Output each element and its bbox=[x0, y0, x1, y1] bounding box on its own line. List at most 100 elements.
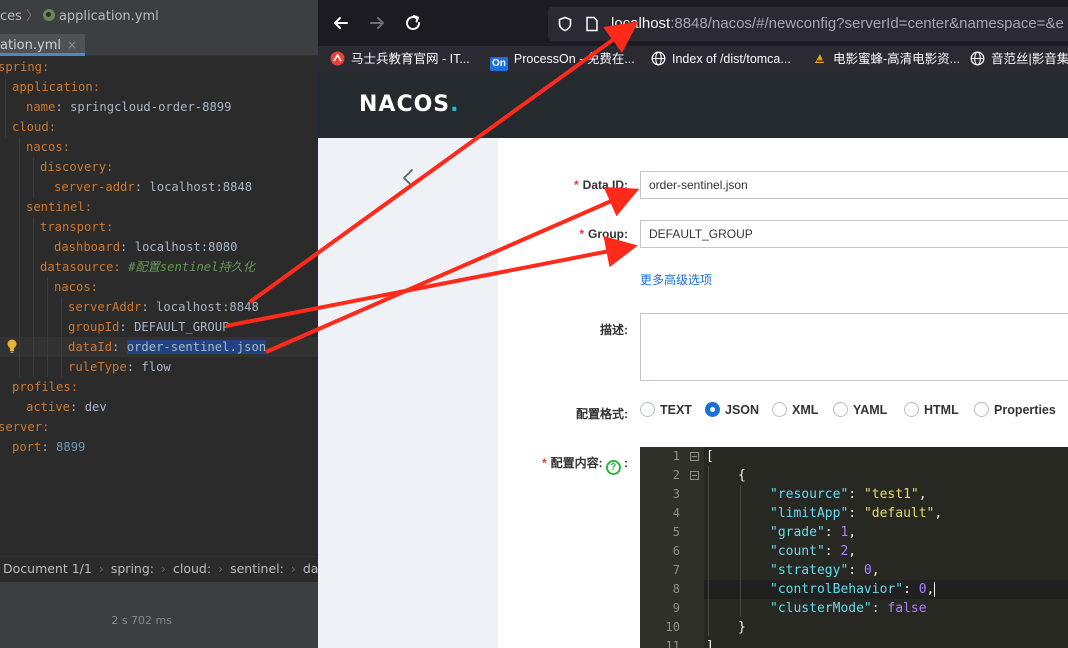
editor-line: ] bbox=[706, 639, 714, 648]
bookmark-item[interactable]: 电影蜜蜂-高清电影资... bbox=[812, 46, 960, 73]
lightbulb-icon[interactable] bbox=[6, 338, 18, 354]
new-config-form: * Data ID: order-sentinel.json * Group: DE… bbox=[498, 138, 1068, 648]
line-number: 3 bbox=[672, 487, 680, 501]
group-label: * Group: bbox=[579, 227, 628, 241]
bookmarks-bar: 马士兵教育官网 - IT... On ProcessOn - 免费在... Ind… bbox=[318, 46, 1068, 73]
browser-toolbar: localhost:8848/nacos/#/newconfig?serverI… bbox=[318, 0, 1068, 46]
code-line: transport: bbox=[40, 220, 114, 234]
line-number: 2 bbox=[672, 468, 680, 482]
globe-icon bbox=[970, 51, 985, 66]
code-line-current: dataId: order-sentinel.json bbox=[68, 340, 267, 354]
code-line: cloud: bbox=[12, 120, 57, 134]
structure-crumb[interactable]: Document 1/1 bbox=[3, 561, 92, 576]
code-line: port: 8899 bbox=[12, 440, 86, 454]
editor-line: "strategy": 0, bbox=[770, 563, 880, 578]
fold-toggle-icon[interactable] bbox=[690, 452, 699, 461]
shield-icon[interactable] bbox=[557, 16, 573, 32]
page-icon[interactable] bbox=[585, 16, 599, 32]
editor-line: "controlBehavior": 0, bbox=[770, 582, 935, 597]
indent-guide bbox=[5, 77, 6, 137]
ide-editor-panel: ces 〉 application.yml ation.yml × spring: a… bbox=[0, 0, 318, 648]
bookmark-item[interactable]: 音范丝|影音集 bbox=[970, 46, 1068, 73]
structure-crumb[interactable]: cloud: bbox=[173, 561, 211, 576]
close-icon[interactable]: × bbox=[67, 38, 77, 52]
structure-crumb[interactable]: sentinel: bbox=[230, 561, 284, 576]
config-content-editor[interactable]: 1 2 3 4 5 6 7 8 9 10 11 [{"resource": "test1", "lim… bbox=[640, 447, 1068, 648]
line-number: 5 bbox=[672, 525, 680, 539]
structure-crumb[interactable]: da bbox=[303, 561, 318, 576]
line-number-gutter: 1 2 3 4 5 6 7 8 9 10 11 bbox=[640, 447, 704, 648]
structure-crumb[interactable]: spring: bbox=[111, 561, 154, 576]
bookmark-label: 电影蜜蜂-高清电影资... bbox=[833, 52, 961, 66]
code-editor[interactable]: spring: application: name: springcloud-o… bbox=[0, 57, 318, 549]
bookmark-label: Index of /dist/tomca... bbox=[672, 52, 791, 66]
chevron-left-icon[interactable] bbox=[400, 168, 416, 188]
msb-logo-icon bbox=[330, 51, 345, 66]
text-caret bbox=[934, 582, 936, 597]
format-radio-properties[interactable]: Properties bbox=[974, 402, 1056, 417]
code-line: profiles: bbox=[12, 380, 79, 394]
globe-icon bbox=[651, 51, 666, 66]
code-line: sentinel: bbox=[26, 200, 93, 214]
breadcrumb-file[interactable]: application.yml bbox=[59, 9, 159, 24]
radio-circle-selected bbox=[705, 402, 720, 417]
breadcrumb-separator: › bbox=[98, 561, 104, 576]
line-number: 7 bbox=[672, 563, 680, 577]
fold-toggle-icon[interactable] bbox=[690, 471, 699, 480]
bookmark-label: 马士兵教育官网 - IT... bbox=[351, 52, 470, 66]
browser-window: localhost:8848/nacos/#/newconfig?serverI… bbox=[318, 0, 1068, 648]
editor-line: [ bbox=[706, 449, 714, 464]
indent-guide bbox=[33, 157, 34, 197]
bookmark-item[interactable]: On ProcessOn - 免费在... bbox=[490, 46, 635, 73]
format-radio-html[interactable]: HTML bbox=[904, 402, 959, 417]
format-radio-xml[interactable]: XML bbox=[772, 402, 818, 417]
help-icon[interactable]: ? bbox=[605, 460, 621, 475]
editor-line: "grade": 1, bbox=[770, 525, 857, 540]
code-line: discovery: bbox=[40, 160, 114, 174]
data-id-input[interactable]: order-sentinel.json bbox=[640, 171, 1068, 199]
content-label: * 配置内容:? : bbox=[541, 456, 628, 475]
processon-icon: On bbox=[490, 57, 508, 71]
radio-circle bbox=[904, 402, 919, 417]
forward-arrow-icon[interactable] bbox=[366, 12, 388, 34]
code-line: nacos: bbox=[26, 140, 71, 154]
bookmark-item[interactable]: Index of /dist/tomca... bbox=[651, 46, 791, 73]
editor-line: "clusterMode": false bbox=[770, 601, 927, 616]
editor-line: "resource": "test1", bbox=[770, 487, 927, 502]
code-line: spring: bbox=[0, 60, 50, 74]
breadcrumb-parent[interactable]: ces bbox=[0, 9, 22, 24]
tab-label: ation.yml bbox=[0, 38, 61, 53]
indent-guide bbox=[61, 297, 62, 377]
editor-line: } bbox=[738, 620, 746, 635]
address-bar[interactable]: localhost:8848/nacos/#/newconfig?serverI… bbox=[548, 7, 1068, 41]
bee-icon bbox=[815, 54, 824, 63]
format-radio-text[interactable]: TEXT bbox=[640, 402, 692, 417]
reload-icon[interactable] bbox=[402, 12, 424, 34]
line-number: 6 bbox=[672, 544, 680, 558]
line-number: 1 bbox=[672, 449, 680, 463]
editor-tab-application-yml[interactable]: ation.yml × bbox=[0, 34, 86, 56]
code-line: server-addr: localhost:8848 bbox=[54, 180, 253, 194]
data-id-label: * Data ID: bbox=[573, 178, 628, 192]
code-line: serverAddr: localhost:8848 bbox=[68, 300, 259, 314]
indent-guide bbox=[740, 485, 741, 617]
code-line: dashboard: localhost:8080 bbox=[54, 240, 238, 254]
indent-guide bbox=[47, 277, 48, 377]
format-radio-json[interactable]: JSON bbox=[705, 402, 759, 417]
format-radio-yaml[interactable]: YAML bbox=[833, 402, 887, 417]
group-input[interactable]: DEFAULT_GROUP bbox=[640, 220, 1068, 248]
nacos-logo[interactable]: NACOS. bbox=[359, 93, 460, 117]
breadcrumb-separator: › bbox=[161, 561, 166, 576]
editor-line: "count": 2, bbox=[770, 544, 857, 559]
description-textarea[interactable] bbox=[640, 313, 1068, 381]
code-line: groupId: DEFAULT_GROUP bbox=[68, 320, 230, 334]
advanced-options-link[interactable]: 更多高级选项 bbox=[640, 271, 712, 288]
back-arrow-icon[interactable] bbox=[330, 12, 352, 34]
nacos-sidebar bbox=[318, 138, 498, 648]
url-text[interactable]: localhost:8848/nacos/#/newconfig?serverI… bbox=[611, 7, 1064, 41]
indent-guide bbox=[33, 217, 34, 377]
code-line: active: dev bbox=[26, 400, 107, 414]
indent-guide bbox=[708, 466, 709, 636]
bookmark-label: 音范丝|影音集 bbox=[991, 52, 1068, 66]
bookmark-item[interactable]: 马士兵教育官网 - IT... bbox=[330, 46, 470, 73]
